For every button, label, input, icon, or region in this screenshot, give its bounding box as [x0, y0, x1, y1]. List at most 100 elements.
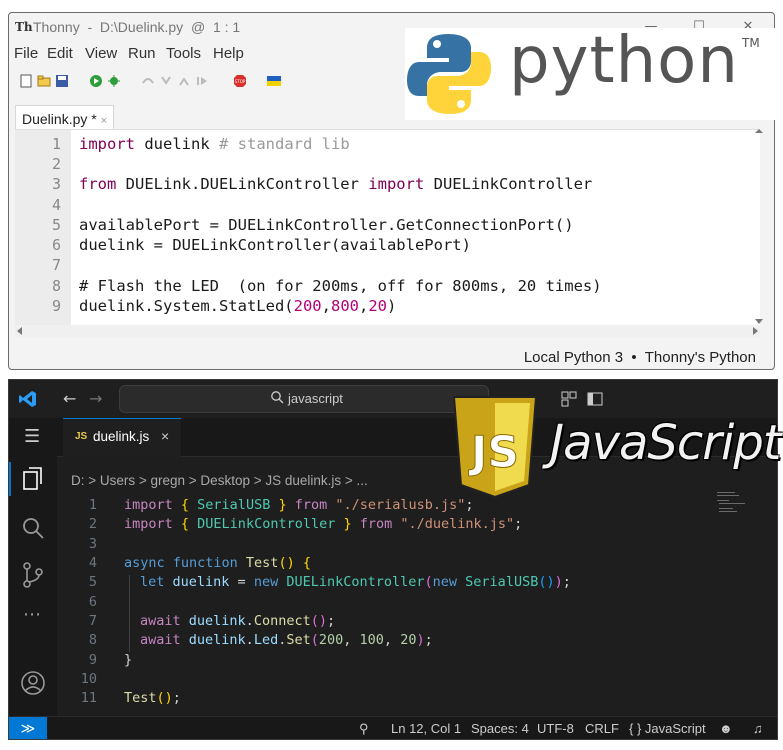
zoom-icon[interactable]: ⚲	[359, 721, 369, 737]
js-code-line-8: await duelink.Led.Set(200, 100, 20);	[140, 632, 433, 648]
stop-icon[interactable]: STOP	[233, 74, 247, 88]
code-line-5: availablePort = DUELinkController.GetCon…	[79, 216, 574, 234]
javascript-logo: JS JavaScript	[450, 395, 782, 501]
vertical-scrollbar[interactable]	[752, 129, 766, 325]
line-endings[interactable]: CRLF	[585, 721, 619, 736]
tab-duelink-js[interactable]: JS duelink.js ×	[63, 418, 181, 457]
debug-icon[interactable]	[107, 74, 121, 88]
line-number: 10	[80, 671, 97, 687]
line-number: 2	[88, 516, 97, 532]
menu-tools[interactable]: Tools	[166, 45, 201, 62]
run-icon[interactable]	[89, 74, 103, 88]
active-indicator	[9, 462, 11, 496]
python-snakes-icon	[407, 34, 491, 114]
remote-indicator-icon[interactable]: ≫	[9, 717, 47, 739]
menu-help[interactable]: Help	[213, 45, 244, 62]
new-file-icon[interactable]	[19, 74, 33, 88]
status-bar: ≫ ⚲ Ln 12, Col 1 Spaces: 4 UTF-8 CRLF { …	[9, 716, 777, 739]
source-control-icon[interactable]	[21, 562, 45, 588]
command-center-search[interactable]: javascript	[119, 385, 489, 413]
line-number: 9	[51, 297, 61, 315]
line-number: 8	[51, 277, 61, 295]
line-number: 4	[88, 555, 97, 571]
line-number-gutter: 1 2 3 4 5 6 7 8 9	[15, 130, 71, 326]
js-shield-icon: JS	[452, 396, 538, 499]
step-into-icon[interactable]	[159, 74, 173, 88]
line-number: 6	[88, 594, 97, 610]
encoding[interactable]: UTF-8	[537, 721, 574, 736]
line-number: 6	[51, 236, 61, 254]
trademark-symbol: TM	[742, 36, 760, 50]
step-out-icon[interactable]	[177, 74, 191, 88]
js-code-line-11: Test();	[124, 690, 181, 706]
js-file-icon: JS	[75, 431, 88, 442]
js-code-line-2: import { DUELinkController } from "./due…	[124, 516, 523, 532]
explorer-icon[interactable]	[21, 466, 45, 492]
menu-edit[interactable]: Edit	[47, 45, 73, 62]
js-code-line-7: await duelink.Connect();	[140, 613, 336, 629]
activity-bar: ☰ ⋯	[9, 418, 57, 716]
open-folder-icon[interactable]	[37, 74, 51, 88]
search-icon	[271, 391, 284, 404]
line-number: 5	[88, 574, 97, 590]
thonny-app-icon: Th	[15, 20, 33, 34]
line-number: 3	[51, 175, 61, 193]
line-number: 11	[80, 690, 97, 706]
tab-label: duelink.js	[93, 429, 150, 444]
tab-close-icon[interactable]: ×	[161, 428, 169, 444]
step-over-icon[interactable]	[141, 74, 155, 88]
svg-text:STOP: STOP	[235, 79, 246, 84]
breadcrumb[interactable]: D: > Users > gregn > Desktop > JS duelin…	[71, 473, 368, 488]
indent-guide	[129, 575, 130, 652]
line-number: 3	[88, 536, 97, 552]
javascript-wordmark: JavaScript	[550, 415, 782, 471]
menu-hamburger-icon[interactable]: ☰	[24, 426, 40, 447]
menu-view[interactable]: View	[85, 45, 117, 62]
language-mode[interactable]: { } JavaScript	[629, 721, 706, 736]
code-line-8: # Flash the LED (on for 200ms, off for 8…	[79, 277, 602, 295]
ukraine-flag-icon[interactable]	[267, 74, 281, 88]
tab-label: Duelink.py *	[22, 111, 97, 127]
save-icon[interactable]	[55, 74, 69, 88]
account-icon[interactable]	[20, 670, 46, 696]
svg-text:JS: JS	[468, 427, 519, 478]
line-number: 2	[51, 155, 61, 173]
search-text: javascript	[288, 391, 343, 406]
line-number: 9	[88, 652, 97, 668]
python-wordmark: python	[509, 24, 739, 98]
code-line-3: from DUELink.DUELinkController import DU…	[79, 175, 593, 193]
horizontal-scrollbar[interactable]	[15, 325, 760, 337]
line-number: 1	[88, 497, 97, 513]
line-number: 7	[88, 613, 97, 629]
search-sidebar-icon[interactable]	[21, 516, 45, 540]
notifications-bell-icon[interactable]: ♫	[753, 721, 763, 736]
interpreter-status[interactable]: Local Python 3 • Thonny's Python	[524, 349, 756, 366]
forward-arrow-icon[interactable]: →	[89, 389, 102, 408]
line-number: 4	[51, 196, 61, 214]
js-code-line-9: }	[124, 652, 133, 668]
back-arrow-icon[interactable]: ←	[63, 389, 76, 408]
line-number: 8	[88, 632, 97, 648]
tab-close-icon[interactable]: ×	[101, 115, 107, 127]
line-number: 1	[51, 135, 61, 153]
thonny-code-editor[interactable]: 1 2 3 4 5 6 7 8 9 import duelink # stand…	[15, 129, 760, 326]
copilot-icon[interactable]: ☻	[719, 721, 733, 736]
menu-file[interactable]: File	[14, 45, 38, 62]
js-code-line-1: import { SerialUSB } from "./serialusb.j…	[124, 497, 474, 513]
menu-run[interactable]: Run	[128, 45, 156, 62]
python-logo: python TM	[405, 24, 775, 120]
js-code-line-4: async function Test() {	[124, 555, 311, 571]
cursor-position[interactable]: Ln 12, Col 1	[391, 721, 461, 736]
line-number: 7	[51, 256, 61, 274]
code-line-6: duelink = DUELinkController(availablePor…	[79, 236, 471, 254]
tab-duelink-py[interactable]: Duelink.py * ×	[15, 105, 115, 132]
more-icon[interactable]: ⋯	[23, 604, 41, 625]
code-line-9: duelink.System.StatLed(200,800,20)	[79, 297, 397, 315]
resume-icon[interactable]	[195, 74, 209, 88]
code-line-1: import duelink # standard lib	[79, 135, 350, 153]
thonny-window-title: Thonny - D:\Duelink.py @ 1 : 1	[33, 19, 241, 35]
line-number: 5	[51, 216, 61, 234]
indentation[interactable]: Spaces: 4	[471, 721, 529, 736]
js-code-line-5: let duelink = new DUELinkController(new …	[140, 574, 571, 590]
vscode-logo-icon	[19, 391, 36, 407]
